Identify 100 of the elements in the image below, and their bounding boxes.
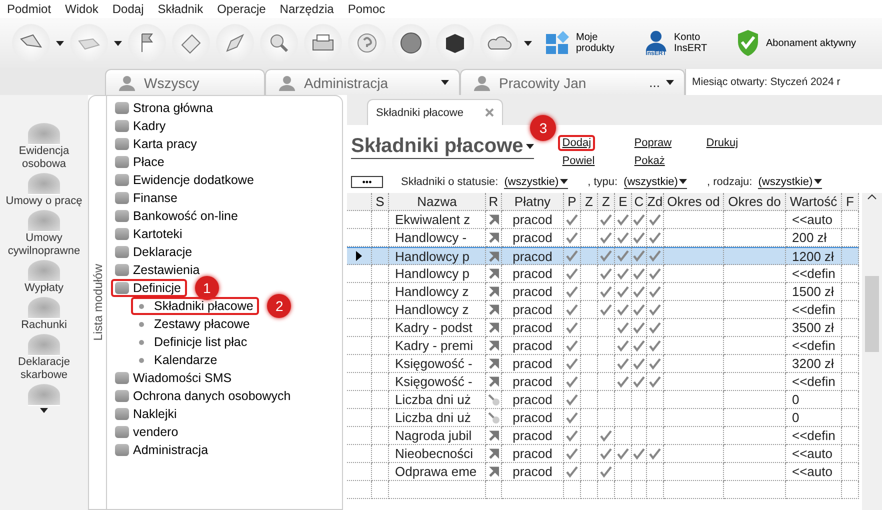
submodule-item[interactable]: Kalendarze <box>131 351 224 369</box>
context-tab[interactable]: Administracja <box>265 69 460 95</box>
check-icon <box>617 286 629 298</box>
check-icon <box>566 286 578 298</box>
column-header[interactable]: F <box>842 193 859 211</box>
table-cell: pracod <box>502 283 564 301</box>
rail-item[interactable]: Deklaracje skarbowe <box>4 334 84 382</box>
column-header[interactable]: Nazwa <box>389 193 486 211</box>
module-item[interactable]: Zestawienia <box>111 261 206 279</box>
table-cell <box>664 481 724 499</box>
menu-item[interactable]: Narzędzia <box>280 2 334 16</box>
context-tab[interactable]: Wszyscy <box>105 69 265 95</box>
module-item[interactable]: Ewidencje dodatkowe <box>111 171 260 189</box>
document-tab[interactable]: Składniki płacowe <box>367 99 504 125</box>
column-header[interactable]: Okres od <box>664 193 724 211</box>
context-tab[interactable]: Pracowity Jan ... <box>460 69 685 95</box>
table-cell <box>724 481 786 499</box>
submodule-item[interactable]: Definicje list płac <box>131 333 254 351</box>
table-cell <box>372 427 389 445</box>
check-icon <box>649 250 661 262</box>
table-cell <box>664 463 724 481</box>
table-cell <box>372 391 389 409</box>
scrollbar[interactable] <box>862 193 882 510</box>
arrow-icon <box>488 268 499 279</box>
filter-label: Składniki o statusie: <box>401 176 498 188</box>
submodule-item[interactable]: Składniki płacowe <box>131 297 260 315</box>
module-item[interactable]: Płace <box>111 153 170 171</box>
filter-dropdown[interactable]: (wszystkie) <box>758 176 822 188</box>
module-item[interactable]: Strona główna <box>111 99 219 117</box>
menu-item[interactable]: Składnik <box>158 2 204 16</box>
module-item[interactable]: Administracja <box>111 441 214 459</box>
menu-item[interactable]: Dodaj <box>112 2 144 16</box>
column-header[interactable]: Płatny <box>502 193 564 211</box>
menu-item[interactable]: Widok <box>65 2 98 16</box>
column-header[interactable] <box>347 193 372 211</box>
table-cell: Ekwiwalent z <box>389 211 486 229</box>
table-cell: pracod <box>502 409 564 427</box>
column-header[interactable]: P <box>564 193 581 211</box>
check-icon <box>649 268 661 280</box>
rail-item[interactable]: Wypłaty <box>4 260 84 295</box>
table-cell: <<defin <box>786 337 842 355</box>
dropdown-caret-icon <box>524 40 532 46</box>
check-icon <box>649 340 661 352</box>
table-cell: pracod <box>502 463 564 481</box>
rail-item[interactable]: Umowy o pracę <box>4 173 84 208</box>
rail-item[interactable]: Rachunki <box>4 297 84 332</box>
rail-icon <box>28 384 60 406</box>
module-icon <box>115 228 129 240</box>
products-button[interactable]: Moje produkty <box>538 30 632 56</box>
column-header[interactable]: R <box>486 193 502 211</box>
action-link[interactable]: Popraw <box>630 135 676 151</box>
arrow-icon <box>488 250 499 262</box>
filter-dropdown[interactable]: (wszystkie) <box>624 176 687 188</box>
menu-item[interactable]: Operacje <box>217 2 266 16</box>
table-cell <box>842 265 859 283</box>
module-item[interactable]: Ochrona danych osobowych <box>111 387 297 405</box>
table-cell: Handlowcy z <box>389 283 486 301</box>
module-item[interactable]: Definicje <box>111 279 187 297</box>
menu-item[interactable]: Pomoc <box>348 2 386 16</box>
module-item[interactable]: Kadry <box>111 117 172 135</box>
scrollbar-thumb[interactable] <box>865 276 879 352</box>
subscription-button[interactable]: Abonament aktywny <box>730 29 862 57</box>
panel-title: Lista modułów <box>90 264 104 341</box>
table-cell: pracod <box>502 355 564 373</box>
column-header[interactable]: Okres do <box>724 193 786 211</box>
people-icon <box>471 74 493 90</box>
arrow-icon <box>488 304 499 315</box>
column-header[interactable]: S <box>372 193 389 211</box>
module-item[interactable]: vendero <box>111 423 184 441</box>
column-header[interactable]: Z <box>581 193 598 211</box>
rail-item[interactable]: Ewidencja osobowa <box>4 123 84 171</box>
view-title[interactable]: Składniki płacowe <box>351 135 534 159</box>
submodule-item[interactable]: Zestawy płacowe <box>131 315 256 333</box>
column-header[interactable]: C <box>632 193 647 211</box>
action-link[interactable]: Pokaż <box>630 153 669 169</box>
filter-dropdown[interactable]: (wszystkie) <box>504 176 568 188</box>
module-item[interactable]: Kartoteki <box>111 225 188 243</box>
column-header[interactable]: Wartość <box>786 193 842 211</box>
column-header[interactable]: Zd <box>647 193 664 211</box>
module-item[interactable]: Finanse <box>111 189 184 207</box>
options-button[interactable]: ••• <box>351 176 383 188</box>
check-icon <box>617 340 629 352</box>
close-button[interactable] <box>485 108 494 117</box>
rail-item[interactable]: Umowy cywilnoprawne <box>4 210 84 258</box>
module-item[interactable]: Bankowość on-line <box>111 207 244 225</box>
row-indicator[interactable] <box>347 247 372 265</box>
check-icon <box>600 430 612 442</box>
check-icon <box>649 358 661 370</box>
action-link[interactable]: Drukuj <box>702 135 742 151</box>
module-item[interactable]: Wiadomości SMS <box>111 369 238 387</box>
module-item[interactable]: Naklejki <box>111 405 183 423</box>
column-header[interactable]: Z <box>598 193 615 211</box>
table-cell <box>615 481 632 499</box>
check-icon <box>600 268 612 280</box>
module-item[interactable]: Karta pracy <box>111 135 203 153</box>
column-header[interactable]: E <box>615 193 632 211</box>
check-icon <box>633 250 645 262</box>
module-item[interactable]: Deklaracje <box>111 243 198 261</box>
action-link[interactable]: Powiel <box>558 153 599 169</box>
menu-item[interactable]: Podmiot <box>7 2 52 16</box>
